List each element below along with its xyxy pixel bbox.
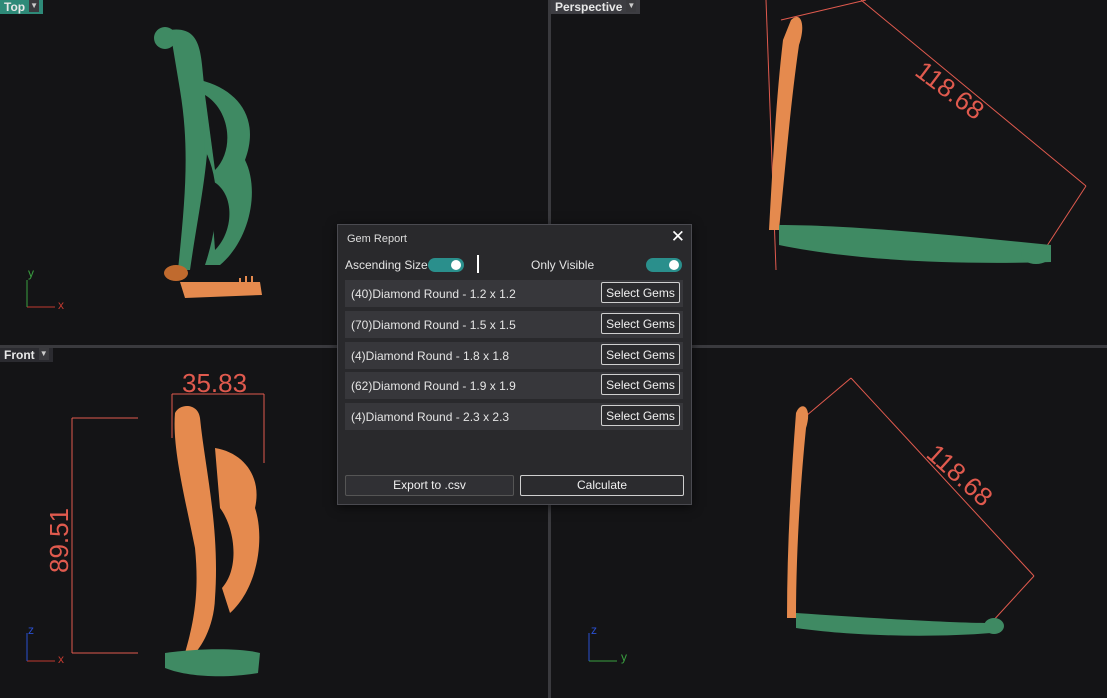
only-visible-label: Only Visible <box>531 258 595 272</box>
select-gems-button[interactable]: Select Gems <box>601 405 680 426</box>
calculate-button[interactable]: Calculate <box>520 475 684 496</box>
axis-y-label: y <box>621 650 627 664</box>
axis-gizmo-right <box>588 633 617 662</box>
orange-model-front <box>174 406 260 653</box>
gem-row: (62)Diamond Round - 1.9 x 1.9 Select Gem… <box>345 372 683 399</box>
dialog-title: Gem Report <box>347 233 407 245</box>
select-gems-button[interactable]: Select Gems <box>601 374 680 395</box>
orange-model-top <box>164 265 262 298</box>
gem-row: (70)Diamond Round - 1.5 x 1.5 Select Gem… <box>345 311 683 338</box>
dimension-lines-right <box>805 377 1035 624</box>
select-gems-button[interactable]: Select Gems <box>601 313 680 334</box>
select-gems-button[interactable]: Select Gems <box>601 344 680 365</box>
gem-row-name: (4)Diamond Round - 2.3 x 2.3 <box>351 410 510 424</box>
gem-row-name: (70)Diamond Round - 1.5 x 1.5 <box>351 318 516 332</box>
axis-gizmo-front <box>26 633 55 662</box>
gem-row: (4)Diamond Round - 1.8 x 1.8 Select Gems <box>345 342 683 369</box>
chevron-down-icon[interactable]: ▼ <box>626 0 637 12</box>
chevron-down-icon[interactable]: ▼ <box>38 348 49 360</box>
viewport-label-top[interactable]: Top ▼ <box>0 0 44 14</box>
axis-z-label: z <box>591 623 597 637</box>
axis-z-label: z <box>28 623 34 637</box>
only-visible-toggle[interactable] <box>646 258 682 272</box>
gem-row: (40)Diamond Round - 1.2 x 1.2 Select Gem… <box>345 280 683 307</box>
orange-model-right <box>787 406 809 618</box>
close-icon[interactable]: ✕ <box>671 228 685 246</box>
ascending-size-toggle[interactable] <box>428 258 464 272</box>
viewport-label-perspective[interactable]: Perspective ▼ <box>551 0 641 14</box>
orange-model-perspective <box>769 16 803 231</box>
gem-row: (4)Diamond Round - 2.3 x 2.3 Select Gems <box>345 403 683 430</box>
ascending-size-label: Ascending Size <box>345 258 428 272</box>
axis-y-label: y <box>28 266 34 280</box>
green-model-perspective <box>779 225 1051 264</box>
viewport-label-front[interactable]: Front ▼ <box>0 348 53 362</box>
dimension-height-front: 89.51 <box>44 507 74 573</box>
select-gems-button[interactable]: Select Gems <box>601 282 680 303</box>
gem-row-name: (62)Diamond Round - 1.9 x 1.9 <box>351 379 516 393</box>
export-csv-button[interactable]: Export to .csv <box>345 475 514 496</box>
green-model-right <box>796 613 1004 636</box>
gem-report-dialog: Gem Report ✕ Ascending Size Only Visible… <box>337 224 692 505</box>
gem-row-name: (4)Diamond Round - 1.8 x 1.8 <box>351 349 510 363</box>
toggle-knob <box>451 260 461 270</box>
axis-x-label: x <box>58 652 64 666</box>
green-model-top <box>154 27 252 271</box>
axis-x-label: x <box>58 298 64 312</box>
gem-row-name: (40)Diamond Round - 1.2 x 1.2 <box>351 287 516 301</box>
toggle-knob <box>669 260 679 270</box>
green-model-front <box>165 649 260 677</box>
dimension-width-front: 35.83 <box>182 368 248 398</box>
axis-gizmo-top <box>26 280 55 308</box>
chevron-down-icon[interactable]: ▼ <box>29 0 40 12</box>
text-cursor <box>477 255 479 273</box>
